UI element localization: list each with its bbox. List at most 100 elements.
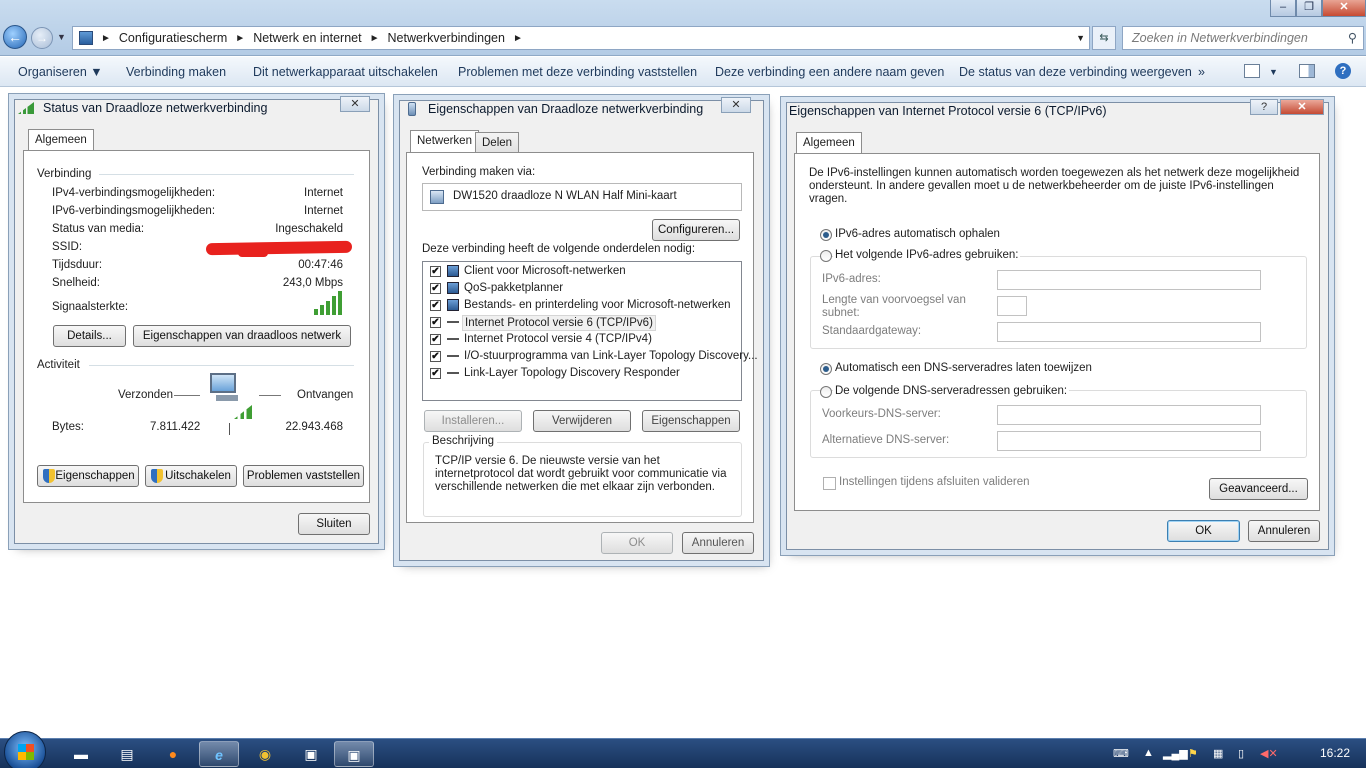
connect-button[interactable]: Verbinding maken: [126, 65, 226, 79]
checkbox[interactable]: ✔: [430, 368, 441, 379]
control-panel-taskbar-icon[interactable]: ▤: [107, 741, 147, 767]
refresh-button[interactable]: ⇆: [1092, 26, 1116, 50]
wireless-properties-button[interactable]: Eigenschappen van draadloos netwerk: [133, 325, 351, 347]
tab-general[interactable]: Algemeen: [796, 132, 862, 154]
manual-ip-radio[interactable]: [820, 250, 832, 262]
remove-button[interactable]: Verwijderen: [533, 410, 631, 432]
device-icon[interactable]: ▯: [1238, 747, 1244, 760]
cancel-button[interactable]: Annuleren: [682, 532, 754, 554]
gateway-input[interactable]: [997, 322, 1261, 342]
prefix-length-label: Lengte van voorvoegsel van subnet:: [822, 294, 966, 319]
address-bar[interactable]: ► Configuratiescherm ► Netwerk en intern…: [72, 26, 1090, 50]
security-icon[interactable]: ▦: [1213, 747, 1223, 760]
manual-dns-radio[interactable]: [820, 386, 832, 398]
prefix-length-input[interactable]: [997, 296, 1027, 316]
wireless-signal-icon: [18, 102, 34, 114]
chevron-down-icon[interactable]: ▼: [1076, 33, 1085, 43]
advanced-button[interactable]: Geavanceerd...: [1209, 478, 1308, 500]
preview-pane-icon[interactable]: [1299, 64, 1315, 78]
ipv6-dialog: Eigenschappen van Internet Protocol vers…: [786, 99, 1329, 550]
ipv6-address-input[interactable]: [997, 270, 1261, 290]
checkbox[interactable]: ✔: [430, 266, 441, 277]
disable-button[interactable]: Uitschakelen: [145, 465, 237, 487]
ipv4-label: IPv4-verbindingsmogelijkheden:: [52, 187, 216, 199]
view-status-button[interactable]: De status van deze verbinding weergeven: [959, 65, 1192, 79]
keyboard-icon[interactable]: ⌨: [1113, 747, 1129, 760]
tab-general[interactable]: Algemeen: [28, 129, 94, 151]
rename-button[interactable]: Deze verbinding een andere naam geven: [715, 65, 944, 79]
breadcrumb-item[interactable]: Netwerkverbindingen: [388, 31, 505, 45]
install-button[interactable]: Installeren...: [424, 410, 522, 432]
network-connections-taskbar-icon[interactable]: ▣: [334, 741, 374, 767]
start-button[interactable]: [4, 731, 46, 768]
breadcrumb-item[interactable]: Netwerk en internet: [253, 31, 361, 45]
checkbox[interactable]: ✔: [430, 317, 441, 328]
breadcrumb-item[interactable]: Configuratiescherm: [119, 31, 227, 45]
maximize-button[interactable]: ❐: [1296, 0, 1322, 17]
more-commands-button[interactable]: »: [1198, 65, 1205, 79]
auto-ip-label[interactable]: IPv6-adres automatisch ophalen: [835, 228, 1000, 240]
volume-muted-icon[interactable]: ◀✕: [1260, 747, 1278, 760]
component-properties-button[interactable]: Eigenschappen: [642, 410, 740, 432]
diagnose-button[interactable]: Problemen met deze verbinding vaststelle…: [458, 65, 697, 79]
close-button[interactable]: ✕: [1322, 0, 1366, 17]
view-options-icon[interactable]: [1244, 64, 1260, 78]
minimize-button[interactable]: –: [1270, 0, 1296, 17]
ok-button[interactable]: OK: [601, 532, 673, 554]
network-protocol-icon: [447, 372, 459, 374]
chevron-down-icon[interactable]: ▼: [1269, 67, 1278, 77]
app-window-icon[interactable]: ▣: [291, 741, 331, 767]
internet-explorer-icon[interactable]: e: [199, 741, 239, 767]
action-center-icon[interactable]: ⚑: [1188, 747, 1198, 760]
validate-checkbox[interactable]: [823, 477, 836, 490]
network-protocol-icon: [447, 321, 459, 323]
forward-button[interactable]: →: [31, 27, 53, 49]
ipv6-address-label: IPv6-adres:: [822, 273, 881, 285]
manual-dns-label[interactable]: De volgende DNS-serveradressen gebruiken…: [833, 385, 1070, 397]
tab-network[interactable]: Netwerken: [410, 130, 479, 152]
close-dialog-button[interactable]: Sluiten: [298, 513, 370, 535]
alternate-dns-input[interactable]: [997, 431, 1261, 451]
checkbox[interactable]: ✔: [430, 283, 441, 294]
close-icon[interactable]: ✕: [340, 96, 370, 112]
disable-device-button[interactable]: Dit netwerkapparaat uitschakelen: [253, 65, 438, 79]
details-button[interactable]: Details...: [53, 325, 126, 347]
windows-logo-icon: [18, 744, 34, 760]
organize-button[interactable]: Organiseren ▼: [18, 65, 103, 79]
auto-dns-label[interactable]: Automatisch een DNS-serveradres laten to…: [835, 362, 1092, 374]
close-icon[interactable]: ✕: [1280, 99, 1324, 115]
preferred-dns-input[interactable]: [997, 405, 1261, 425]
control-panel-icon: [79, 31, 93, 45]
bytes-received-value: 22.943.468: [285, 421, 343, 433]
checkbox[interactable]: ✔: [430, 351, 441, 362]
auto-dns-radio[interactable]: [820, 363, 832, 375]
show-hidden-icons[interactable]: ▲: [1143, 747, 1154, 759]
firefox-icon[interactable]: ●: [153, 741, 193, 767]
validate-label[interactable]: Instellingen tijdens afsluiten valideren: [839, 476, 1030, 488]
recent-pages-dropdown[interactable]: ▼: [57, 32, 66, 42]
chrome-icon[interactable]: ◉: [245, 741, 285, 767]
close-icon[interactable]: ✕: [721, 97, 751, 113]
wireless-signal-icon[interactable]: ▂▄▆: [1163, 747, 1188, 760]
properties-button[interactable]: Eigenschappen: [37, 465, 139, 487]
search-input[interactable]: Zoeken in Netwerkverbindingen ⚲: [1122, 26, 1364, 50]
intro-text: De IPv6-instellingen kunnen automatisch …: [809, 167, 1300, 205]
diagnose-button[interactable]: Problemen vaststellen: [243, 465, 364, 487]
network-protocol-icon: [447, 355, 459, 357]
ok-button[interactable]: OK: [1167, 520, 1240, 542]
explorer-folder-icon[interactable]: ▬: [61, 741, 101, 767]
checkbox[interactable]: ✔: [430, 300, 441, 311]
tab-sharing[interactable]: Delen: [475, 132, 520, 152]
back-button[interactable]: ←: [3, 25, 27, 49]
received-label: Ontvangen: [297, 389, 354, 401]
adapter-name: DW1520 draadloze N WLAN Half Mini-kaart: [453, 190, 677, 202]
help-icon[interactable]: ?: [1335, 63, 1351, 79]
checkbox[interactable]: ✔: [430, 334, 441, 345]
help-button[interactable]: ?: [1250, 99, 1278, 115]
manual-ip-label[interactable]: Het volgende IPv6-adres gebruiken:: [833, 249, 1021, 261]
cancel-button[interactable]: Annuleren: [1248, 520, 1320, 542]
properties-dialog-title: Eigenschappen van Draadloze netwerkverbi…: [400, 96, 763, 122]
configure-button[interactable]: Configureren...: [652, 219, 740, 241]
clock[interactable]: 16:22: [1320, 746, 1350, 760]
auto-ip-radio[interactable]: [820, 229, 832, 241]
